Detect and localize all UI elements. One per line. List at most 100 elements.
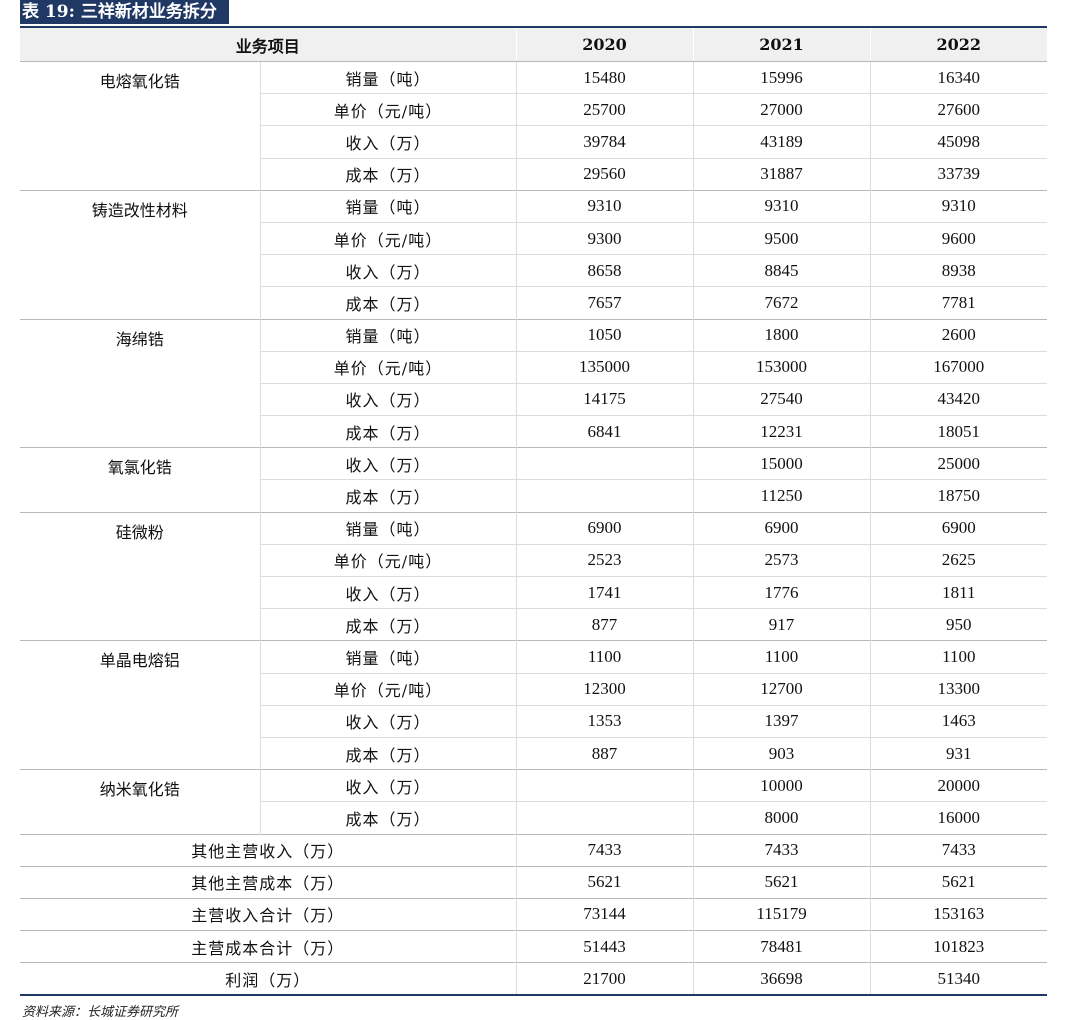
value-cell: 13300 (870, 672, 1048, 706)
summary-label: 其他主营收入（万） (20, 833, 517, 867)
value-cell: 9300 (516, 221, 694, 255)
value-cell: 903 (693, 736, 871, 770)
metric-label: 销量（吨） (260, 511, 517, 545)
value-cell: 25000 (870, 447, 1048, 480)
metric-label: 单价（元/吨） (260, 543, 517, 577)
value-cell (516, 801, 694, 834)
metric-label: 销量（吨） (260, 318, 517, 352)
value-cell: 78481 (693, 930, 871, 963)
header-year: 2020 (515, 28, 694, 62)
value-cell: 10000 (693, 769, 871, 802)
value-cell: 7433 (870, 833, 1048, 867)
value-cell: 1463 (870, 704, 1048, 738)
header-year: 2021 (692, 28, 871, 62)
value-cell: 16000 (870, 801, 1048, 834)
value-cell: 101823 (870, 930, 1048, 963)
table-caption-bar: 表 19: 三祥新材业务拆分 (20, 0, 1047, 28)
value-cell: 27540 (693, 382, 871, 416)
metric-label: 收入（万） (260, 704, 517, 738)
value-cell: 12300 (516, 672, 694, 706)
table-row: 电熔氧化锆 销量（吨） 15480 15996 16340 (20, 60, 1048, 191)
value-cell: 8000 (693, 801, 871, 834)
table-title: 三祥新材业务拆分 (80, 2, 217, 22)
metric-label: 销量（吨） (260, 640, 517, 674)
value-cell: 115179 (693, 897, 871, 931)
value-cell: 135000 (516, 350, 694, 384)
table-row: 单晶电熔铝 销量（吨） 1100 1100 1100 (20, 640, 1048, 770)
value-cell: 1100 (516, 640, 694, 674)
value-cell: 21700 (516, 962, 694, 997)
value-cell: 43420 (870, 382, 1048, 416)
value-cell: 1741 (516, 575, 694, 609)
value-cell: 1776 (693, 575, 871, 609)
summary-row: 主营成本合计（万） 51443 78481 101823 (20, 930, 1048, 963)
table-row: 纳米氧化锆 收入（万） 10000 20000 (20, 769, 1048, 834)
value-cell: 9500 (693, 221, 871, 255)
value-cell: 1353 (516, 704, 694, 738)
metric-label: 成本（万） (260, 415, 517, 448)
value-cell: 7433 (693, 833, 871, 867)
header-year: 2022 (869, 28, 1048, 62)
value-cell: 5621 (693, 865, 871, 899)
value-cell (516, 447, 694, 480)
summary-row: 其他主营收入（万） 7433 7433 7433 (20, 833, 1048, 867)
table-row: 铸造改性材料 销量（吨） 9310 9310 9310 (20, 189, 1048, 319)
metric-label: 成本（万） (260, 608, 517, 641)
value-cell: 153000 (693, 350, 871, 384)
value-cell: 25700 (516, 93, 694, 126)
business-breakdown-table: 业务项目 2020 2021 2022 电熔氧化锆 销量（吨） 15480 15996… (20, 28, 1048, 997)
metric-label: 成本（万） (260, 479, 517, 513)
value-cell: 1397 (693, 704, 871, 738)
value-cell: 14175 (516, 382, 694, 416)
value-cell: 39784 (516, 125, 694, 159)
value-cell: 36698 (693, 962, 871, 997)
metric-label: 单价（元/吨） (260, 221, 517, 255)
value-cell: 73144 (516, 897, 694, 931)
value-cell: 917 (693, 608, 871, 641)
metric-label: 销量（吨） (260, 60, 517, 94)
value-cell: 20000 (870, 769, 1048, 802)
value-cell (516, 479, 694, 513)
value-cell: 5621 (516, 865, 694, 899)
value-cell: 33739 (870, 157, 1048, 191)
value-cell: 2523 (516, 543, 694, 577)
metric-label: 收入（万） (260, 254, 517, 287)
segment-name: 铸造改性材料 (20, 189, 261, 319)
value-cell: 15000 (693, 447, 871, 480)
segment-name: 纳米氧化锆 (20, 769, 261, 834)
value-cell: 1800 (693, 318, 871, 352)
value-cell: 51340 (870, 962, 1048, 997)
value-cell: 7781 (870, 286, 1048, 319)
segment-name: 氧氯化锆 (20, 447, 261, 513)
value-cell: 6900 (693, 511, 871, 545)
summary-label: 主营收入合计（万） (20, 897, 517, 931)
value-cell: 153163 (870, 897, 1048, 931)
value-cell: 7433 (516, 833, 694, 867)
summary-row: 主营收入合计（万） 73144 115179 153163 (20, 897, 1048, 931)
summary-row: 利润（万） 21700 36698 51340 (20, 962, 1048, 997)
value-cell: 887 (516, 736, 694, 770)
value-cell: 1050 (516, 318, 694, 352)
value-cell: 18750 (870, 479, 1048, 513)
summary-label: 其他主营成本（万） (20, 865, 517, 899)
value-cell (516, 769, 694, 802)
value-cell: 12700 (693, 672, 871, 706)
metric-label: 单价（元/吨） (260, 93, 517, 126)
value-cell: 51443 (516, 930, 694, 963)
value-cell: 6841 (516, 415, 694, 448)
table-row: 硅微粉 销量（吨） 6900 6900 6900 (20, 511, 1048, 641)
metric-label: 销量（吨） (260, 189, 517, 223)
metric-label: 收入（万） (260, 575, 517, 609)
value-cell: 15996 (693, 60, 871, 94)
value-cell: 9310 (870, 189, 1048, 223)
header-business-item: 业务项目 (20, 28, 517, 62)
metric-label: 收入（万） (260, 382, 517, 416)
value-cell: 18051 (870, 415, 1048, 448)
metric-label: 成本（万） (260, 157, 517, 191)
segment-name: 海绵锆 (20, 318, 261, 448)
value-cell: 12231 (693, 415, 871, 448)
segment-name: 硅微粉 (20, 511, 261, 641)
value-cell: 2573 (693, 543, 871, 577)
value-cell: 31887 (693, 157, 871, 191)
value-cell: 11250 (693, 479, 871, 513)
